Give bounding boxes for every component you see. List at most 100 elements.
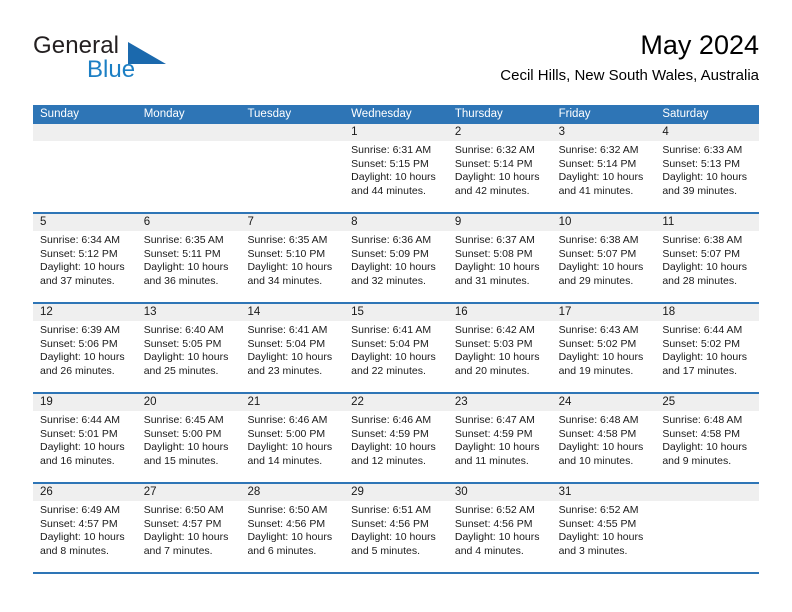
day-number-band: [33, 124, 137, 141]
day-detail-line: Sunset: 5:00 PM: [247, 427, 326, 440]
day-number-band: 8: [344, 214, 448, 231]
day-number-band: 6: [136, 214, 241, 231]
day-cell-15[interactable]: 15 Sunrise: 6:41 AM Sunset: 5:04 PM Dayligh…: [344, 304, 448, 392]
day-cell-14[interactable]: 14 Sunrise: 6:41 AM Sunset: 5:04 PM Dayligh…: [240, 304, 345, 392]
day-cell-11[interactable]: 11 Sunrise: 6:38 AM Sunset: 5:07 PM Dayligh…: [655, 214, 760, 302]
day-cell-24[interactable]: 24 Sunrise: 6:48 AM Sunset: 4:58 PM Dayligh…: [551, 394, 656, 482]
day-number-band: 23: [447, 394, 552, 411]
day-cell-16[interactable]: 16 Sunrise: 6:42 AM Sunset: 5:03 PM Dayligh…: [447, 304, 552, 392]
day-cell-27[interactable]: 27 Sunrise: 6:50 AM Sunset: 4:57 PM Dayligh…: [136, 484, 241, 572]
calendar-week-row: 12 Sunrise: 6:39 AM Sunset: 5:06 PM Dayligh…: [33, 304, 760, 394]
day-cell-31[interactable]: 31 Sunrise: 6:52 AM Sunset: 4:55 PM Dayligh…: [551, 484, 656, 572]
day-cell-26[interactable]: 26 Sunrise: 6:49 AM Sunset: 4:57 PM Dayligh…: [33, 484, 137, 572]
day-detail-line: Daylight: 10 hours: [351, 531, 436, 544]
day-number: 27: [143, 486, 157, 498]
day-details: Sunrise: 6:34 AM Sunset: 5:12 PM Daylight:…: [33, 231, 137, 288]
day-cell-17[interactable]: 17 Sunrise: 6:43 AM Sunset: 5:02 PM Dayligh…: [551, 304, 656, 392]
day-detail-line: Sunrise: 6:32 AM: [454, 144, 535, 156]
day-detail-line: Sunrise: 6:49 AM: [40, 504, 120, 516]
day-cell-23[interactable]: 23 Sunrise: 6:47 AM Sunset: 4:59 PM Dayligh…: [447, 394, 552, 482]
day-number-band: 4: [655, 124, 760, 141]
day-cell-13[interactable]: 13 Sunrise: 6:40 AM Sunset: 5:05 PM Dayligh…: [136, 304, 241, 392]
day-cell-4[interactable]: 4 Sunrise: 6:33 AM Sunset: 5:13 PM Daylight…: [655, 124, 760, 212]
day-number: 5: [40, 216, 47, 228]
day-details: Sunrise: 6:36 AM Sunset: 5:09 PM Daylight:…: [344, 231, 448, 288]
day-detail-line: and 15 minutes.: [143, 454, 219, 467]
day-number-band: 29: [344, 484, 448, 501]
weekday-header-monday: Monday: [143, 108, 185, 120]
day-number: 10: [558, 216, 572, 228]
day-cell-6[interactable]: 6 Sunrise: 6:35 AM Sunset: 5:11 PM Daylight…: [136, 214, 241, 302]
day-cell-19[interactable]: 19 Sunrise: 6:44 AM Sunset: 5:01 PM Dayligh…: [33, 394, 137, 482]
day-cell-10[interactable]: 10 Sunrise: 6:38 AM Sunset: 5:07 PM Dayligh…: [551, 214, 656, 302]
day-cell-8[interactable]: 8 Sunrise: 6:36 AM Sunset: 5:09 PM Daylight…: [344, 214, 448, 302]
day-cell-22[interactable]: 22 Sunrise: 6:46 AM Sunset: 4:59 PM Dayligh…: [344, 394, 448, 482]
day-cell-28[interactable]: 28 Sunrise: 6:50 AM Sunset: 4:56 PM Dayligh…: [240, 484, 345, 572]
day-details: Sunrise: 6:41 AM Sunset: 5:04 PM Daylight:…: [240, 321, 344, 378]
day-cell-12[interactable]: 12 Sunrise: 6:39 AM Sunset: 5:06 PM Dayligh…: [33, 304, 137, 392]
day-number: 13: [143, 306, 157, 318]
day-number: 30: [454, 486, 468, 498]
day-number: 20: [143, 396, 157, 408]
day-detail-line: Daylight: 10 hours: [662, 171, 747, 184]
day-detail-line: Sunrise: 6:42 AM: [454, 324, 535, 336]
day-number-band: 18: [655, 304, 760, 321]
day-detail-line: and 42 minutes.: [454, 184, 530, 197]
day-detail-line: Sunset: 5:00 PM: [143, 427, 222, 440]
day-detail-line: Daylight: 10 hours: [40, 441, 125, 454]
day-detail-line: Sunrise: 6:38 AM: [558, 234, 639, 246]
day-cell-30[interactable]: 30 Sunrise: 6:52 AM Sunset: 4:56 PM Dayligh…: [447, 484, 552, 572]
day-number: 21: [247, 396, 261, 408]
day-cell-2[interactable]: 2 Sunrise: 6:32 AM Sunset: 5:14 PM Daylight…: [447, 124, 552, 212]
day-number-band: 2: [447, 124, 552, 141]
day-number: 8: [351, 216, 358, 228]
day-cell-9[interactable]: 9 Sunrise: 6:37 AM Sunset: 5:08 PM Daylight…: [447, 214, 552, 302]
day-details: Sunrise: 6:38 AM Sunset: 5:07 PM Daylight:…: [655, 231, 759, 288]
day-detail-line: Daylight: 10 hours: [558, 441, 644, 454]
day-number-band: [136, 124, 241, 141]
day-detail-line: Sunrise: 6:36 AM: [351, 234, 432, 246]
day-cell-29[interactable]: 29 Sunrise: 6:51 AM Sunset: 4:56 PM Dayligh…: [344, 484, 448, 572]
day-cell-18[interactable]: 18 Sunrise: 6:44 AM Sunset: 5:02 PM Dayligh…: [655, 304, 760, 392]
day-detail-line: Daylight: 10 hours: [351, 171, 436, 184]
weekday-header-row: Sunday Monday Tuesday Wednesday Thursday Frid…: [33, 105, 759, 124]
day-detail-line: Sunset: 5:04 PM: [247, 337, 326, 350]
day-number-band: 24: [551, 394, 656, 411]
day-detail-line: Sunrise: 6:48 AM: [558, 414, 639, 426]
day-detail-line: and 23 minutes.: [247, 364, 323, 377]
day-detail-line: Daylight: 10 hours: [143, 441, 229, 454]
day-detail-line: and 14 minutes.: [247, 454, 323, 467]
day-detail-line: Daylight: 10 hours: [454, 351, 540, 364]
day-detail-line: Daylight: 10 hours: [558, 261, 644, 274]
day-cell-20[interactable]: 20 Sunrise: 6:45 AM Sunset: 5:00 PM Dayligh…: [136, 394, 241, 482]
day-detail-line: Daylight: 10 hours: [454, 171, 540, 184]
day-number-band: 30: [447, 484, 552, 501]
day-number: 22: [351, 396, 364, 408]
day-cell-7[interactable]: 7 Sunrise: 6:35 AM Sunset: 5:10 PM Daylight…: [240, 214, 345, 302]
day-number: 6: [143, 216, 151, 228]
day-detail-line: Daylight: 10 hours: [247, 441, 333, 454]
day-details: Sunrise: 6:48 AM Sunset: 4:58 PM Daylight:…: [655, 411, 759, 468]
day-cell-1[interactable]: 1 Sunrise: 6:31 AM Sunset: 5:15 PM Daylight…: [344, 124, 448, 212]
day-cell-5[interactable]: 5 Sunrise: 6:34 AM Sunset: 5:12 PM Daylight…: [33, 214, 137, 302]
day-details: Sunrise: 6:45 AM Sunset: 5:00 PM Daylight:…: [137, 411, 241, 468]
day-number: 31: [558, 486, 572, 498]
day-detail-line: and 32 minutes.: [351, 274, 426, 287]
day-detail-line: Daylight: 10 hours: [558, 531, 644, 544]
day-cell-empty: [136, 124, 241, 212]
day-number-band: 10: [551, 214, 656, 231]
day-number-band: 11: [655, 214, 760, 231]
day-number-band: 7: [240, 214, 345, 231]
calendar-week-row: 19 Sunrise: 6:44 AM Sunset: 5:01 PM Dayligh…: [33, 394, 760, 484]
day-cell-25[interactable]: 25 Sunrise: 6:48 AM Sunset: 4:58 PM Dayligh…: [655, 394, 760, 482]
day-detail-line: Sunset: 5:05 PM: [143, 337, 222, 350]
day-detail-line: Sunset: 4:55 PM: [558, 517, 637, 530]
day-number: 2: [454, 126, 462, 138]
day-detail-line: Sunset: 5:11 PM: [143, 247, 221, 260]
day-cell-3[interactable]: 3 Sunrise: 6:32 AM Sunset: 5:14 PM Daylight…: [551, 124, 656, 212]
general-blue-logo[interactable]: General Blue: [33, 32, 263, 94]
day-cell-21[interactable]: 21 Sunrise: 6:46 AM Sunset: 5:00 PM Dayligh…: [240, 394, 345, 482]
day-detail-line: Daylight: 10 hours: [351, 351, 436, 364]
calendar-page: General Blue May 2024 Cecil Hills, New S…: [0, 0, 792, 612]
day-detail-line: Daylight: 10 hours: [351, 261, 436, 274]
